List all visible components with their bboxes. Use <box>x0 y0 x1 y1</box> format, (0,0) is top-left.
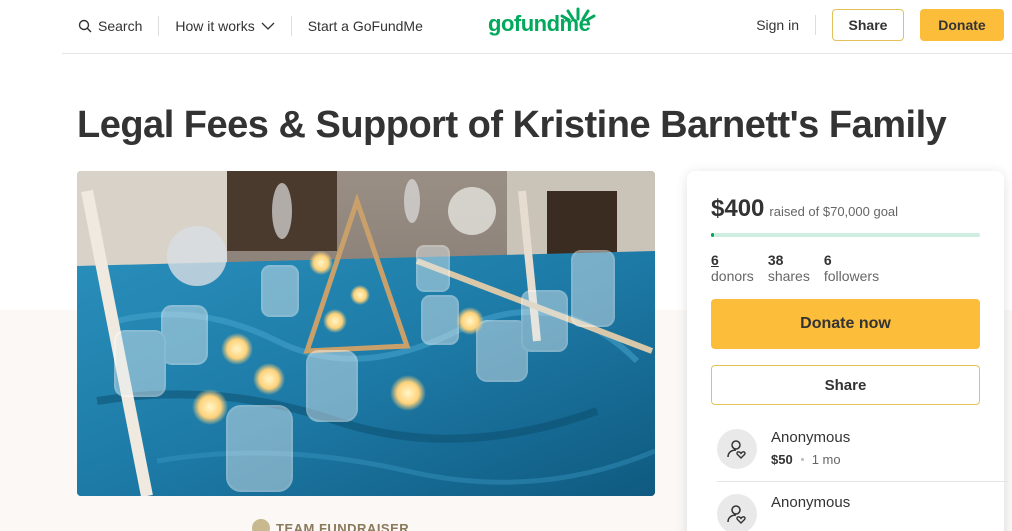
donation-card: $400 raised of $70,000 goal 6 donors 38 … <box>687 171 1008 531</box>
nav-divider <box>815 15 816 35</box>
donation-item: Anonymous <box>717 494 980 531</box>
donors-count[interactable]: 6 <box>711 252 754 268</box>
nav-right: Sign in Share Donate <box>756 9 1004 41</box>
shares-stat: 38 shares <box>768 252 810 284</box>
nav-divider <box>290 16 292 36</box>
donate-now-button[interactable]: Donate now <box>711 299 980 349</box>
donation-amount: $50 <box>771 452 793 467</box>
campaign-photo[interactable] <box>77 171 655 496</box>
team-fundraiser-label: TEAM FUNDRAISER <box>276 520 410 531</box>
nav-divider <box>158 16 160 36</box>
donor-name: Anonymous <box>771 429 851 446</box>
how-it-works-label: How it works <box>175 18 255 34</box>
start-gofundme-link[interactable]: Start a GoFundMe <box>308 18 423 34</box>
team-icon <box>252 519 270 531</box>
how-it-works-menu[interactable]: How it works <box>175 18 275 34</box>
header-donate-button[interactable]: Donate <box>920 9 1004 41</box>
donation-details: Anonymous <box>771 494 850 531</box>
shares-count: 38 <box>767 252 784 268</box>
donor-meta: $50 1 mo <box>771 452 850 467</box>
chevron-down-icon <box>261 22 275 30</box>
donation-time: 1 mo <box>811 452 841 467</box>
donation-divider <box>717 481 1008 482</box>
avatar <box>717 494 757 531</box>
candles-table-image <box>77 171 655 496</box>
search-icon <box>78 19 92 33</box>
avatar <box>717 429 757 469</box>
followers-count: 6 <box>823 252 832 268</box>
progress-fill <box>711 233 714 237</box>
donor-name: Anonymous <box>771 494 851 511</box>
donation-details: Anonymous $50 1 mo <box>771 429 850 469</box>
top-nav: Search How it works Start a GoFundMe gof… <box>62 0 1012 54</box>
shares-label: shares <box>767 268 810 284</box>
raised-amount: $400 <box>711 195 765 222</box>
campaign-title: Legal Fees & Support of Kristine Barnett… <box>77 104 947 146</box>
sign-in-link[interactable]: Sign in <box>756 17 799 33</box>
nav-left: Search How it works Start a GoFundMe <box>78 16 423 36</box>
search-label: Search <box>98 18 143 34</box>
amount-line: $400 raised of $70,000 goal <box>711 195 980 223</box>
start-gofundme-label: Start a GoFundMe <box>307 18 423 34</box>
donors-label: donors <box>711 268 754 284</box>
user-heart-icon <box>727 505 746 524</box>
header-share-button[interactable]: Share <box>832 9 904 41</box>
card-share-button[interactable]: Share <box>711 365 980 405</box>
gofundme-logo[interactable]: gofundme <box>488 7 596 37</box>
search-link[interactable]: Search <box>78 18 142 34</box>
team-fundraiser-badge: TEAM FUNDRAISER <box>252 519 409 531</box>
progress-bar <box>711 233 980 237</box>
stats-row: 6 donors 38 shares 6 followers <box>711 252 980 284</box>
logo-rays-icon <box>560 7 596 21</box>
followers-label: followers <box>823 268 880 284</box>
donation-item: Anonymous $50 1 mo <box>717 429 980 469</box>
followers-stat: 6 followers <box>824 252 879 284</box>
goal-text: raised of $70,000 goal <box>769 204 899 219</box>
separator-dot <box>800 458 804 461</box>
user-heart-icon <box>727 440 746 459</box>
donors-stat[interactable]: 6 donors <box>711 252 754 284</box>
